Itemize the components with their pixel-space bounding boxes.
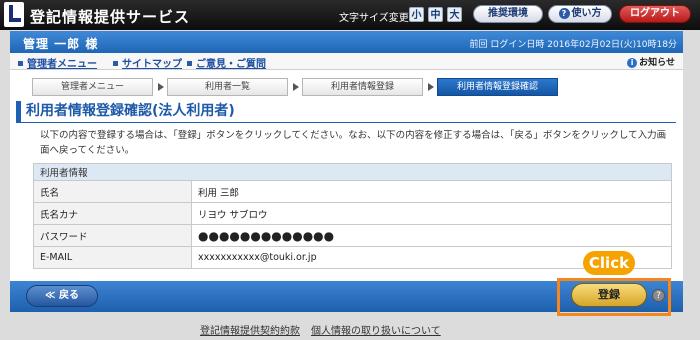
main-panel: 管理者メニュー サイトマップ ご意見・ご質問 i お知らせ 管理者メニュー 利用者…	[10, 53, 683, 311]
user-info-table: 利用者情報 氏名 利用 三郎 氏名カナ リヨウ サブロウ パスワード ●●●●●…	[33, 163, 672, 269]
user-bar: 管理 一郎 様 前回 ログイン日時 2016年02月02日(火)10時18分	[10, 31, 683, 53]
font-size-large-button[interactable]: 大	[447, 7, 462, 22]
back-button[interactable]: ≪ 戻る	[26, 285, 98, 307]
page-description: 以下の内容で登録する場合は、「登録」ボタンをクリックしてください。なお、以下の内…	[40, 130, 667, 156]
font-size-small-button[interactable]: 小	[409, 7, 424, 22]
last-login-time: 前回 ログイン日時 2016年02月02日(火)10時18分	[469, 40, 677, 50]
row-value-name: 利用 三郎	[191, 180, 672, 203]
font-size-label: 文字サイズ変更	[339, 13, 409, 24]
register-button[interactable]: 登録	[571, 283, 647, 307]
help-icon[interactable]: ?	[652, 289, 665, 302]
step-admin-menu: 管理者メニュー	[32, 78, 153, 96]
user-name: 管理 一郎 様	[23, 37, 99, 51]
font-size-medium-button[interactable]: 中	[428, 7, 443, 22]
click-callout: Click	[583, 251, 635, 275]
table-row: パスワード ●●●●●●●●●●●●●	[33, 224, 672, 247]
app-title: 登記情報提供サービス	[30, 8, 191, 26]
row-label-name: 氏名	[33, 180, 192, 203]
admin-menu-link[interactable]: 管理者メニュー	[18, 55, 97, 70]
nav-links-bar: 管理者メニュー サイトマップ ご意見・ご質問 i お知らせ	[10, 53, 683, 70]
usage-button[interactable]: ? 使い方	[548, 5, 612, 23]
step-arrow-icon	[428, 83, 434, 91]
table-row: 氏名 利用 三郎	[33, 180, 672, 203]
step-arrow-icon	[158, 83, 164, 91]
row-label-kana: 氏名カナ	[33, 202, 192, 225]
row-label-email: E-MAIL	[33, 246, 192, 269]
top-header: 登記情報提供サービス 文字サイズ変更 小 中 大 推奨環境 ? 使い方 ログアウト	[0, 0, 700, 30]
help-icon: ?	[558, 8, 570, 19]
row-label-password: パスワード	[33, 224, 192, 247]
row-value-password: ●●●●●●●●●●●●●	[191, 224, 672, 247]
recommended-env-button[interactable]: 推奨環境	[473, 5, 543, 23]
notice-label: お知らせ	[639, 58, 675, 68]
step-user-register-confirm: 利用者情報登録確認	[437, 78, 558, 96]
table-row: E-MAIL xxxxxxxxxxx@touki.or.jp	[33, 246, 672, 269]
info-icon: i	[627, 58, 638, 68]
footer-links: 登記情報提供契約約款 個人情報の取り扱いについて	[0, 320, 700, 340]
row-value-kana: リヨウ サブロウ	[191, 202, 672, 225]
sitemap-link[interactable]: サイトマップ	[113, 55, 182, 70]
privacy-link[interactable]: 個人情報の取り扱いについて	[311, 322, 441, 337]
logout-button[interactable]: ログアウト	[619, 5, 691, 23]
page-title: 利用者情報登録確認(法人利用者)	[16, 101, 676, 123]
step-user-list: 利用者一覧	[167, 78, 288, 96]
table-row: 氏名カナ リヨウ サブロウ	[33, 202, 672, 225]
notice-link[interactable]: i お知らせ	[627, 55, 675, 68]
table-header: 利用者情報	[33, 163, 672, 181]
site-logo	[4, 2, 24, 27]
feedback-link[interactable]: ご意見・ご質問	[187, 55, 266, 70]
usage-label: 使い方	[571, 8, 602, 19]
step-user-register: 利用者情報登録	[302, 78, 423, 96]
step-arrow-icon	[293, 83, 299, 91]
terms-link[interactable]: 登記情報提供契約約款	[200, 322, 300, 337]
